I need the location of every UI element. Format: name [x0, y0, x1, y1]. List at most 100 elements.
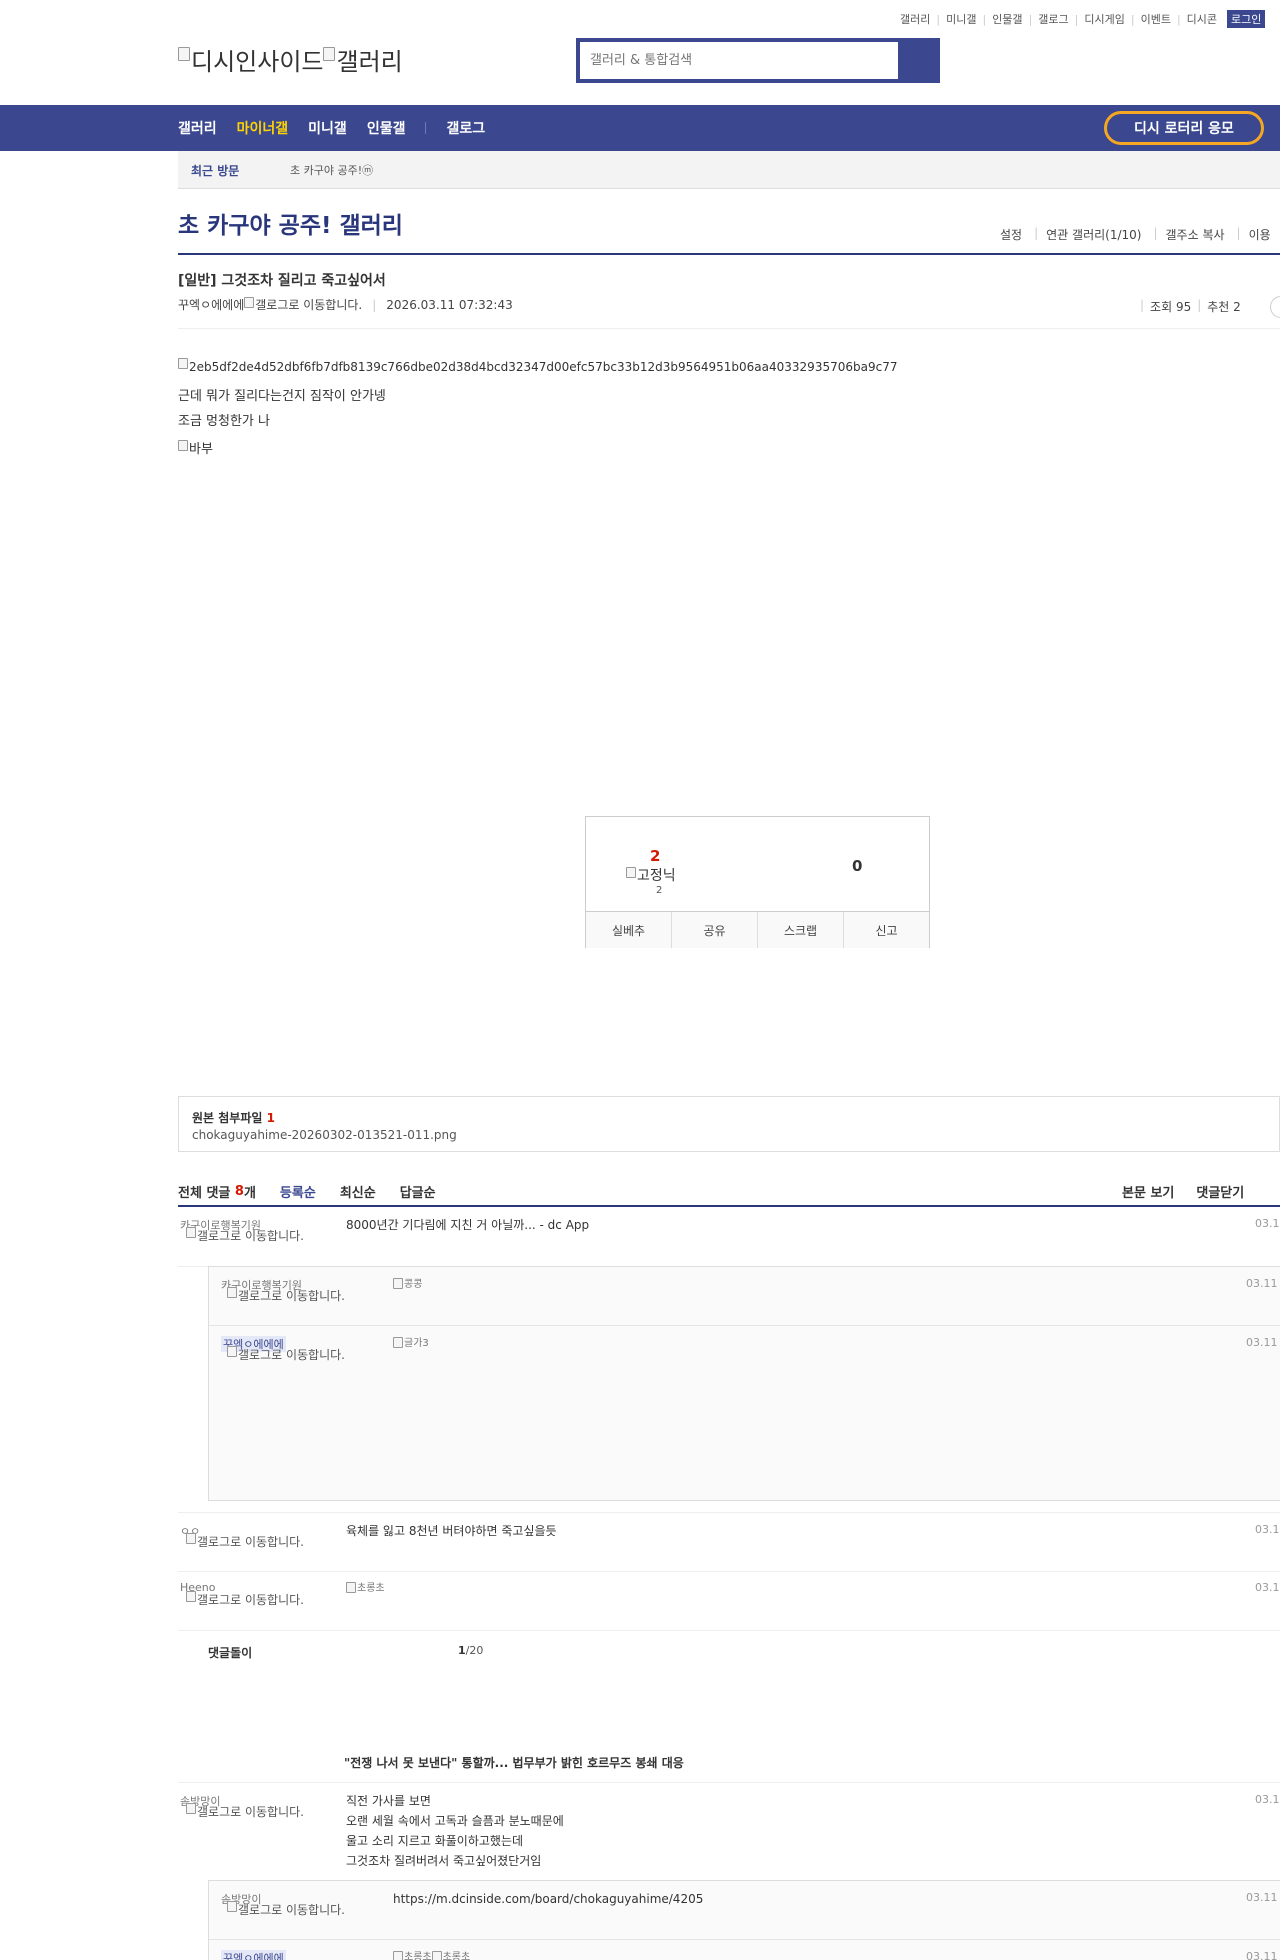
nav-gallog[interactable]: 갤로그 [446, 118, 485, 138]
broken-image-icon [393, 1277, 403, 1289]
reply-row: 솜방망이 갤로그로 이동합니다. https://m.dcinside.com/… [209, 1881, 1280, 1940]
broken-image-icon [227, 1901, 237, 1912]
comment-gallog-link[interactable]: 갤로그로 이동합니다. [180, 1803, 310, 1818]
lottery-button[interactable]: 디시 로터리 응모 [1104, 111, 1264, 145]
logo-gallery-text: 갤러리 [336, 48, 403, 76]
reply-row: 꾸엑ㅇ에에에 초롱초초롱초 03.11 0 [209, 1940, 1280, 1960]
reply-nick-author[interactable]: 꾸엑ㅇ에에에 [221, 1950, 286, 1960]
comment-text-line: 오랜 세월 속에서 고독과 슬픔과 분노때문에 [346, 1814, 564, 1828]
broken-image-icon [431, 1950, 442, 1960]
comment-bot-label[interactable]: 댓글돌이 [208, 1644, 252, 1661]
post-title: [일반] 그것조차 질리고 죽고싶어서 [178, 273, 386, 289]
reply-date: 03.11 0 [1246, 1277, 1280, 1290]
news-headline[interactable]: "전쟁 나서 못 보낸다" 통할까... 법무부가 밝힌 호르무즈 봉쇄 대응 [344, 1754, 684, 1771]
close-comments-button[interactable]: 댓글닫기 [1196, 1182, 1244, 1201]
downvote-count[interactable]: 0 [852, 857, 862, 875]
comment-dccon[interactable]: 초롱초 [346, 1579, 385, 1601]
comment-row: Heeno 갤로그로 이동합니다. 초롱초 03.11 [178, 1571, 1280, 1631]
attachment-file[interactable]: chokaguyahime-20260302-013521-011.png [192, 1128, 457, 1142]
post-line-1: 근데 뭐가 질리다는건지 짐작이 안가넹 [178, 389, 386, 404]
util-link-event[interactable]: 이벤트 [1141, 11, 1171, 27]
post-author-gallog[interactable]: 갤로그로 이동합니다. [255, 296, 362, 313]
comment-gallog-link[interactable]: 갤로그로 이동합니다. [180, 1533, 310, 1548]
post-recommends: 추천 2 [1207, 300, 1241, 314]
comments-header: 전체 댓글 8개 등록순 최신순 답글순 본문 보기 댓글닫기 [178, 1176, 1280, 1206]
view-post-button[interactable]: 본문 보기 [1122, 1182, 1174, 1201]
sort-replies[interactable]: 답글순 [400, 1182, 436, 1201]
util-link-persongall[interactable]: 인물갤 [992, 11, 1022, 27]
util-link-dccon[interactable]: 디시콘 [1187, 11, 1217, 27]
reply-date: 03.11 0 [1246, 1950, 1280, 1960]
comment-gallog-link[interactable]: 갤로그로 이동합니다. [180, 1227, 310, 1242]
broken-image-icon [178, 46, 190, 61]
comment-gallog-link[interactable]: 갤로그로 이동합니다. [180, 1591, 310, 1606]
reply-gallog-link[interactable]: 갤로그로 이동합니다. [221, 1901, 351, 1916]
vote-box: 2 고정닉 2 0 실베추 공유 스크랩 신고 [585, 816, 930, 948]
reply-date: 03.11 0 [1246, 1336, 1280, 1349]
util-link-dcgame[interactable]: 디시게임 [1084, 11, 1124, 27]
attachment-label: 원본 첨부파일 1 [192, 1111, 275, 1125]
search-icon [911, 52, 924, 66]
scrap-button[interactable]: 스크랩 [758, 912, 844, 948]
fixed-nick-label: 고정닉 [637, 868, 676, 884]
recent-visit-bar: 최근 방문 초 카구야 공주!ⓜ [178, 151, 1280, 189]
reply-row: 꾸엑ㅇ에에에 갤로그로 이동합니다. 글가3 03.11 0 [209, 1326, 1280, 1501]
nav-person-gallery[interactable]: 인물갤 [367, 118, 406, 138]
report-button[interactable]: 신고 [844, 912, 929, 948]
gallery-settings[interactable]: 설정 [1000, 226, 1022, 243]
fixed-nick-upvote[interactable]: 고정닉 [626, 865, 676, 885]
broken-image-icon [186, 1533, 196, 1544]
post-image-2[interactable]: 바부 [178, 438, 213, 457]
util-link-minigall[interactable]: 미니갤 [946, 11, 976, 27]
comment-text-line: 그것조차 질려버려서 죽고싶어졌단거임 [346, 1854, 542, 1868]
search-input[interactable] [580, 42, 898, 79]
post-author[interactable]: 꾸엑ㅇ에에에 [178, 296, 244, 313]
reply-dccon[interactable]: 콩콩 [393, 1275, 422, 1297]
reply-gallog-link[interactable]: 갤로그로 이동합니다. [221, 1287, 351, 1302]
post-date: 2026.03.11 07:32:43 [386, 297, 513, 312]
attachment-box: 원본 첨부파일 1 chokaguyahime-20260302-013521-… [178, 1096, 1280, 1152]
broken-image-icon [227, 1287, 237, 1298]
reply-gallog-link[interactable]: 갤로그로 이동합니다. [221, 1346, 351, 1361]
reply-text[interactable]: https://m.dcinside.com/board/chokaguyahi… [393, 1889, 703, 1909]
comment-date: 03.11 [1255, 1523, 1280, 1536]
post-header-divider [178, 328, 1280, 329]
recent-visit-item[interactable]: 초 카구야 공주!ⓜ [290, 162, 373, 178]
sort-latest[interactable]: 최신순 [340, 1182, 376, 1201]
comment-row: ㅇㅇ 갤로그로 이동합니다. 육체를 잃고 8천년 버텨야하면 죽고싶을듯 03… [178, 1512, 1280, 1572]
nav-minor-gallery[interactable]: 마이너갤 [237, 118, 289, 138]
broken-image-icon [393, 1950, 403, 1960]
post-image[interactable]: 2eb5df2de4d52dbf6fb7dfb8139c766dbe02d38d… [178, 358, 897, 374]
fixed-nick-count: 2 [656, 885, 663, 896]
related-gallery[interactable]: 연관 갤러리(1/10) [1046, 226, 1141, 243]
login-button[interactable]: 로그인 [1227, 10, 1266, 28]
reply-row: 카구이로행복기원 갤로그로 이동합니다. 콩콩 03.11 0 [209, 1267, 1280, 1326]
reply-dccon[interactable]: 글가3 [393, 1334, 429, 1356]
nav-mini-gallery[interactable]: 미니갤 [308, 118, 347, 138]
share-button[interactable]: 공유 [672, 912, 758, 948]
reply-dccon[interactable]: 초롱초 초롱초 [393, 1948, 470, 1960]
gallery-title[interactable]: 초 카구야 공주! 갤러리 [178, 206, 403, 240]
gallog-icon[interactable] [244, 297, 255, 308]
more-options-button[interactable] [1270, 296, 1280, 318]
site-logo[interactable]: 디시인사이드 갤러리 [178, 42, 403, 77]
gallery-tools: 설정 | 연관 갤러리(1/10) | 갤주소 복사 | 이용 [1000, 226, 1271, 243]
post-line-2: 조금 멍청한가 나 [178, 414, 270, 429]
broken-image-icon [178, 440, 188, 451]
util-link-gallery[interactable]: 갤러리 [900, 11, 930, 27]
search-button[interactable] [898, 38, 940, 83]
gallery-usage[interactable]: 이용 [1249, 226, 1271, 243]
nav-gallery[interactable]: 갤러리 [178, 118, 217, 138]
util-link-gallog[interactable]: 갤로그 [1038, 11, 1068, 27]
broken-image-icon [178, 358, 188, 369]
logo-site-text: 디시인사이드 [191, 48, 324, 76]
sort-registered[interactable]: 등록순 [280, 1182, 316, 1201]
recent-visit-label: 최근 방문 [191, 164, 240, 178]
comment-date: 03.11 [1255, 1217, 1280, 1230]
copy-gallery-address[interactable]: 갤주소 복사 [1166, 226, 1225, 243]
comment-count-unit: 개 [243, 1185, 256, 1201]
comment-pager[interactable]: 1/20 [458, 1644, 483, 1657]
search-box [576, 38, 940, 83]
reply-box: 카구이로행복기원 갤로그로 이동합니다. 콩콩 03.11 0 꾸엑ㅇ에에에 갤… [208, 1266, 1280, 1501]
real-best-button[interactable]: 실베추 [586, 912, 672, 948]
